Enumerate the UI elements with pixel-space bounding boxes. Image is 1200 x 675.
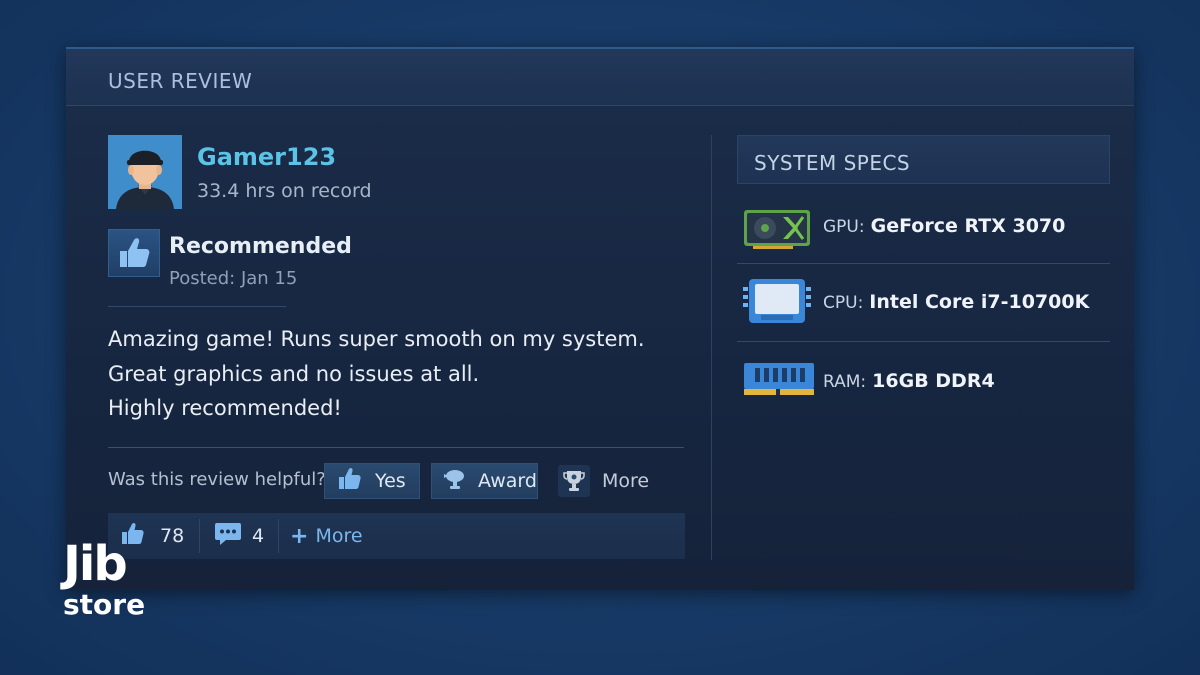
logo-text-jib: Jib (63, 536, 128, 592)
cpu-label: CPU: (823, 293, 864, 313)
spec-row-gpu: GPU: GeForce RTX 3070 (737, 190, 1110, 266)
more-button[interactable]: More (554, 463, 664, 499)
card-title: USER REVIEW (108, 69, 253, 93)
award-label: Award (478, 470, 537, 492)
gpu-icon (743, 207, 811, 253)
specs-title: SYSTEM SPECS (754, 151, 911, 175)
more-stats-label: More (315, 525, 363, 547)
review-text-line: Great graphics and no issues at all. (108, 362, 480, 386)
divider (737, 263, 1110, 264)
spec-row-cpu: CPU: Intel Core i7-10700K (737, 265, 1110, 341)
jib-store-logo: Jib store (63, 540, 145, 620)
divider (108, 447, 684, 448)
review-card: USER REVIEW Gamer123 33.4 hrs on record … (66, 47, 1134, 590)
comment-icon (214, 521, 242, 552)
spec-label: RAM: 16GB DDR4 (823, 370, 995, 392)
thumbs-up-icon (108, 229, 160, 277)
ram-value: 16GB DDR4 (872, 370, 995, 392)
comment-count[interactable]: 4 (214, 513, 264, 559)
like-count-value: 78 (160, 525, 185, 547)
spec-label: CPU: Intel Core i7-10700K (823, 291, 1089, 313)
divider (737, 341, 1110, 342)
divider (199, 519, 200, 553)
divider (108, 306, 286, 307)
award-button[interactable]: Award (431, 463, 538, 499)
recommended-label: Recommended (169, 234, 352, 259)
comment-count-value: 4 (252, 525, 265, 547)
more-label: More (602, 470, 650, 492)
playtime: 33.4 hrs on record (197, 180, 372, 202)
avatar[interactable] (108, 135, 182, 209)
helpful-question: Was this review helpful? (108, 469, 326, 490)
cpu-icon (743, 277, 811, 331)
plus-icon: + (290, 523, 309, 549)
yes-label: Yes (375, 470, 406, 492)
award-icon (442, 467, 466, 496)
username[interactable]: Gamer123 (197, 143, 336, 171)
spec-label: GPU: GeForce RTX 3070 (823, 215, 1065, 237)
cpu-value: Intel Core i7-10700K (869, 291, 1090, 313)
card-header: USER REVIEW (66, 49, 1134, 106)
gpu-label: GPU: (823, 217, 865, 237)
yes-button[interactable]: Yes (324, 463, 420, 499)
ram-label: RAM: (823, 372, 867, 392)
thumbs-up-icon (337, 467, 363, 496)
stats-bar: 78 4 + More (108, 513, 685, 559)
spec-row-ram: RAM: 16GB DDR4 (737, 343, 1110, 419)
divider (278, 519, 279, 553)
logo-text-store: store (63, 588, 146, 621)
specs-header: SYSTEM SPECS (737, 135, 1110, 184)
trophy-icon (558, 465, 590, 497)
more-stats-button[interactable]: + More (290, 513, 363, 559)
gpu-value: GeForce RTX 3070 (870, 215, 1066, 237)
review-text-line: Amazing game! Runs super smooth on my sy… (108, 327, 645, 351)
column-divider (711, 135, 712, 560)
review-text-line: Highly recommended! (108, 396, 342, 420)
posted-date: Posted: Jan 15 (169, 268, 298, 289)
ram-icon (743, 359, 815, 403)
